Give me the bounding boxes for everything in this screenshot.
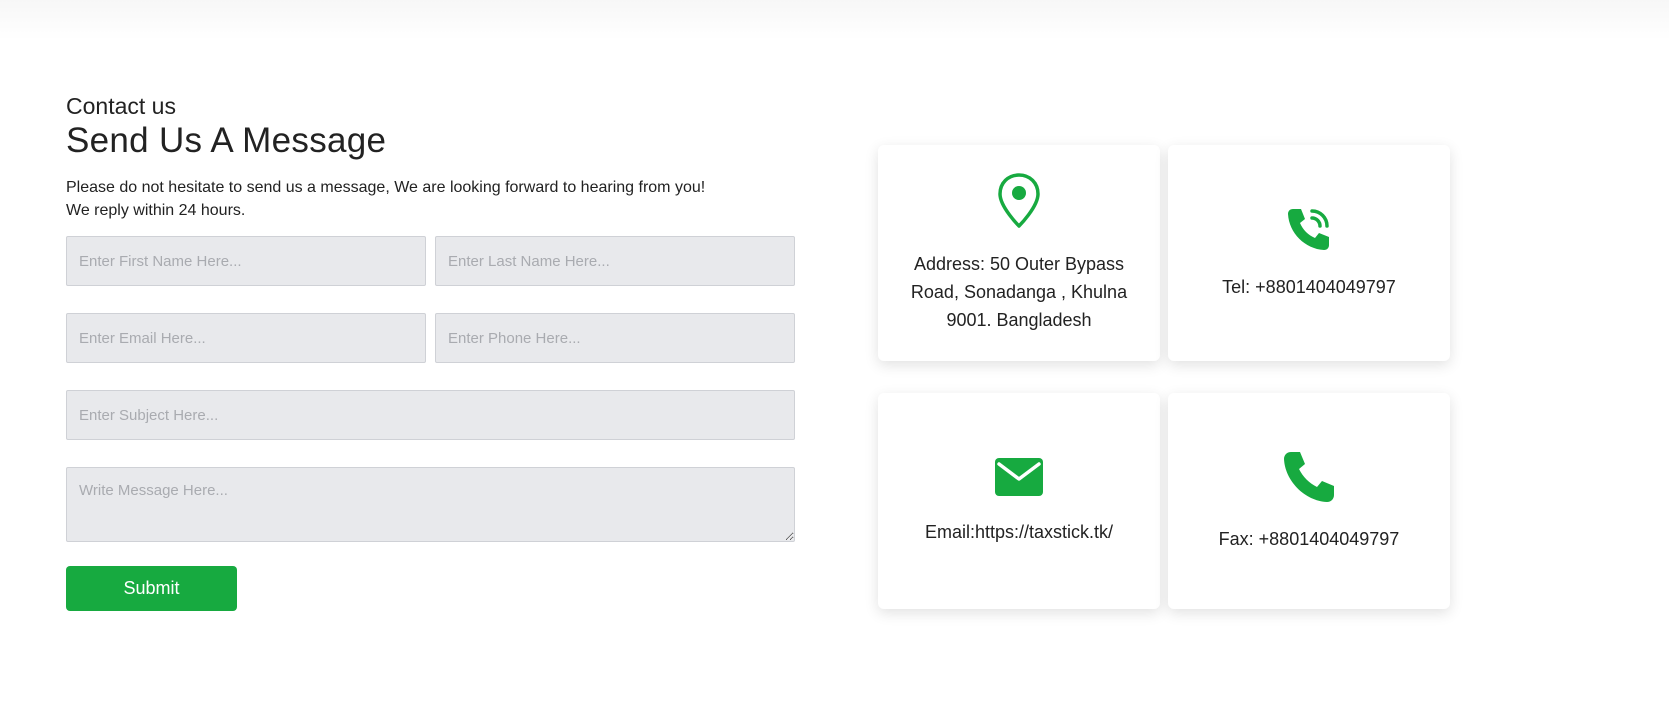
subject-row bbox=[66, 390, 796, 440]
intro-text: Please do not hesitate to send us a mess… bbox=[66, 176, 796, 222]
name-row bbox=[66, 236, 796, 286]
phone-icon bbox=[1281, 449, 1337, 505]
message-textarea[interactable] bbox=[66, 467, 795, 542]
contact-page: Contact us Send Us A Message Please do n… bbox=[0, 0, 1669, 727]
email-text: Email:https://taxstick.tk/ bbox=[924, 522, 1114, 542]
section-title: Send Us A Message bbox=[66, 121, 387, 160]
contact-form: Submit bbox=[66, 236, 796, 611]
contact-form-section: Contact us Send Us A Message Please do n… bbox=[66, 92, 796, 611]
last-name-input[interactable] bbox=[435, 236, 795, 286]
email-input[interactable] bbox=[66, 313, 426, 363]
phone-input[interactable] bbox=[435, 313, 795, 363]
envelope-icon bbox=[994, 456, 1044, 498]
phone-ringing-icon bbox=[1285, 205, 1333, 253]
intro-line-2: We reply within 24 hours. bbox=[66, 202, 246, 219]
fax-card: Fax: +8801404049797 bbox=[1168, 393, 1450, 609]
email-card: Email:https://taxstick.tk/ bbox=[878, 393, 1160, 609]
submit-button[interactable]: Submit bbox=[66, 566, 237, 611]
map-pin-icon bbox=[996, 172, 1042, 230]
contact-row bbox=[66, 313, 796, 363]
intro-line-1: Please do not hesitate to send us a mess… bbox=[66, 179, 706, 196]
tel-text: Tel: +8801404049797 bbox=[1222, 277, 1396, 297]
contact-info-cards: Address: 50 Outer Bypass Road, Sonadanga… bbox=[878, 145, 1450, 609]
first-name-input[interactable] bbox=[66, 236, 426, 286]
tel-card: Tel: +8801404049797 bbox=[1168, 145, 1450, 361]
fax-text: Fax: +8801404049797 bbox=[1218, 529, 1400, 549]
subject-input[interactable] bbox=[66, 390, 795, 440]
address-text: Address: 50 Outer Bypass Road, Sonadanga… bbox=[910, 254, 1128, 330]
address-card: Address: 50 Outer Bypass Road, Sonadanga… bbox=[878, 145, 1160, 361]
section-eyebrow: Contact us bbox=[66, 93, 176, 119]
